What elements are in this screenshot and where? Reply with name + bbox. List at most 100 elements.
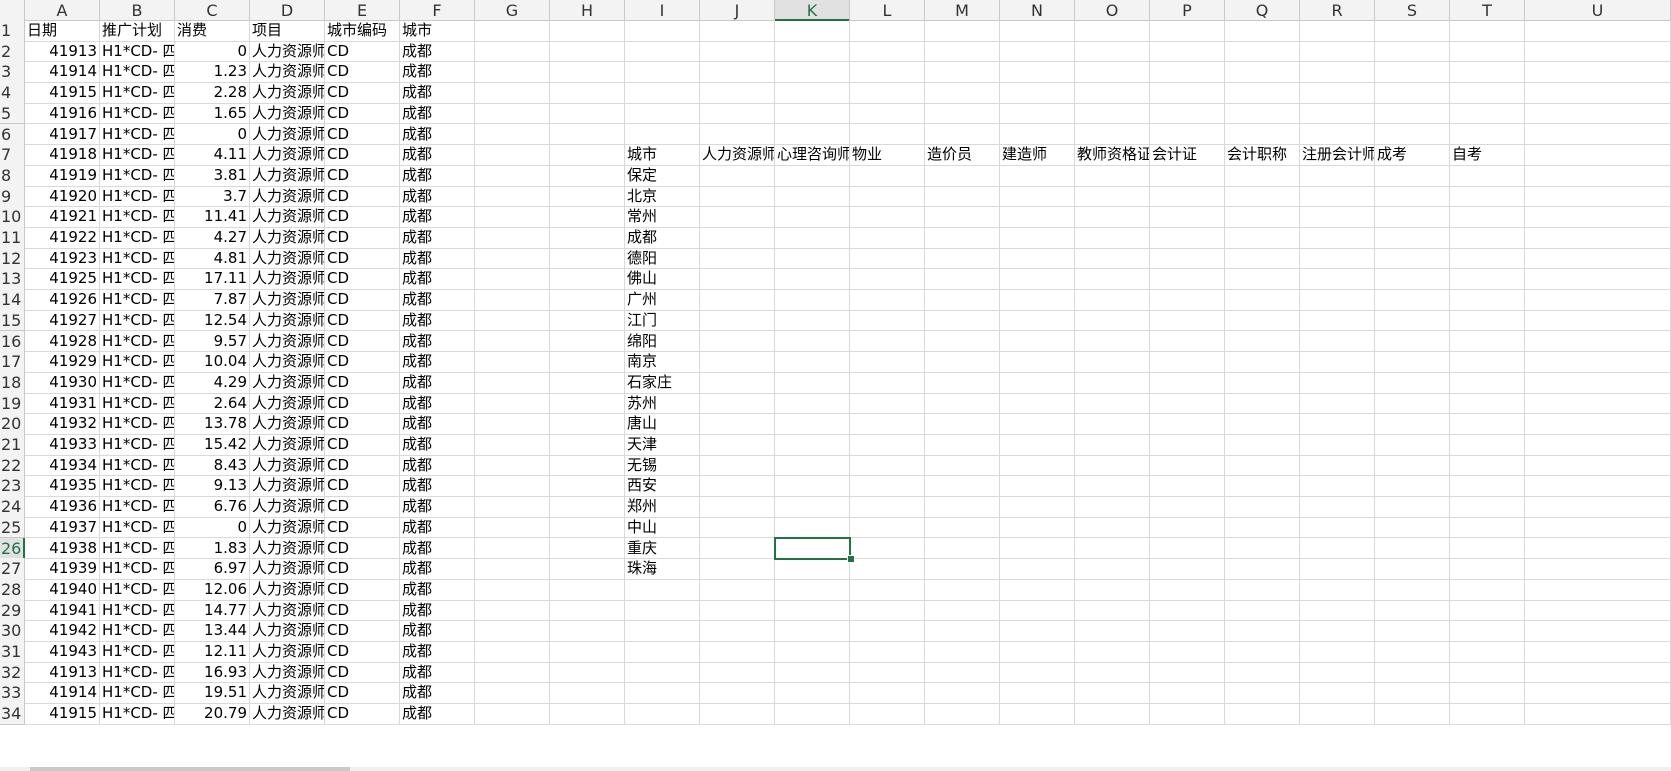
pivot-city-6[interactable]: 佛山 xyxy=(625,268,700,291)
row-header-1[interactable]: 1 xyxy=(0,20,25,42)
cell-r1[interactable] xyxy=(1300,20,1375,42)
cell-u5[interactable] xyxy=(1525,102,1671,125)
cell-b18[interactable]: H1*CD- 四 xyxy=(100,371,175,394)
row-header-34[interactable]: 34 xyxy=(0,703,25,725)
cell-i5[interactable] xyxy=(625,102,700,125)
cell-k33[interactable] xyxy=(775,682,850,705)
cell-c9[interactable]: 3.7 xyxy=(175,185,250,208)
cell-a9[interactable]: 41920 xyxy=(25,185,100,208)
cell-o24[interactable] xyxy=(1075,496,1150,518)
cell-a5[interactable]: 41916 xyxy=(25,102,100,125)
row-header-24[interactable]: 24 xyxy=(0,496,25,518)
spreadsheet-grid[interactable]: A B C D E F G H I J K L M N O P Q R S T U 1 2 3 4 5 6 7 8 9 10 11 12 13 14… xyxy=(0,0,1671,768)
cell-n16[interactable] xyxy=(1000,330,1075,353)
cell-l31[interactable] xyxy=(850,641,925,663)
cell-j22[interactable] xyxy=(700,454,775,477)
cell-j26[interactable] xyxy=(700,537,775,560)
cell-f27[interactable]: 成都 xyxy=(400,558,475,580)
cell-e26[interactable]: CD xyxy=(325,537,400,560)
cell-b10[interactable]: H1*CD- 四 xyxy=(100,206,175,228)
cell-k9[interactable] xyxy=(775,185,850,208)
cell-f26[interactable]: 成都 xyxy=(400,537,475,560)
cell-r2[interactable] xyxy=(1300,40,1375,63)
cell-d18[interactable]: 人力资源师 xyxy=(250,371,325,394)
cell-r17[interactable] xyxy=(1300,351,1375,373)
cell-a28[interactable]: 41940 xyxy=(25,578,100,601)
cell-p34[interactable] xyxy=(1150,703,1225,725)
cell-p30[interactable] xyxy=(1150,620,1225,642)
cell-u12[interactable] xyxy=(1525,247,1671,270)
cell-c16[interactable]: 9.57 xyxy=(175,330,250,353)
pivot-city-10[interactable]: 南京 xyxy=(625,351,700,373)
cell-k17[interactable] xyxy=(775,351,850,373)
cell-h3[interactable] xyxy=(550,61,625,84)
column-header-j[interactable]: J xyxy=(700,0,775,21)
cell-o1[interactable] xyxy=(1075,20,1150,42)
cell-a31[interactable]: 41943 xyxy=(25,641,100,663)
cell-b24[interactable]: H1*CD- 四 xyxy=(100,496,175,518)
cell-n19[interactable] xyxy=(1000,392,1075,415)
cell-l32[interactable] xyxy=(850,661,925,684)
cell-g25[interactable] xyxy=(475,516,550,539)
cell-u14[interactable] xyxy=(1525,289,1671,311)
cell-m13[interactable] xyxy=(925,268,1000,291)
cell-q27[interactable] xyxy=(1225,558,1300,580)
pivot-header-5[interactable]: 造价员 xyxy=(925,144,1000,166)
cell-b8[interactable]: H1*CD- 四 xyxy=(100,164,175,187)
cell-c15[interactable]: 12.54 xyxy=(175,309,250,332)
cell-n5[interactable] xyxy=(1000,102,1075,125)
cell-q23[interactable] xyxy=(1225,475,1300,498)
cell-k16[interactable] xyxy=(775,330,850,353)
pivot-header-12[interactable]: 自考 xyxy=(1450,144,1525,166)
row-header-21[interactable]: 21 xyxy=(0,434,25,456)
cell-c3[interactable]: 1.23 xyxy=(175,61,250,84)
cell-l24[interactable] xyxy=(850,496,925,518)
cell-m16[interactable] xyxy=(925,330,1000,353)
cell-m18[interactable] xyxy=(925,371,1000,394)
cell-o20[interactable] xyxy=(1075,413,1150,435)
cell-t12[interactable] xyxy=(1450,247,1525,270)
cell-g7[interactable] xyxy=(475,144,550,166)
column-header-i[interactable]: I xyxy=(625,0,700,21)
cell-j24[interactable] xyxy=(700,496,775,518)
cell-t20[interactable] xyxy=(1450,413,1525,435)
cell-m32[interactable] xyxy=(925,661,1000,684)
cell-c13[interactable]: 17.11 xyxy=(175,268,250,291)
cell-l34[interactable] xyxy=(850,703,925,725)
cell-g21[interactable] xyxy=(475,434,550,456)
cell-l11[interactable] xyxy=(850,227,925,249)
cell-m31[interactable] xyxy=(925,641,1000,663)
cell-h25[interactable] xyxy=(550,516,625,539)
cell-j29[interactable] xyxy=(700,599,775,622)
row-header-25[interactable]: 25 xyxy=(0,516,25,539)
cell-s32[interactable] xyxy=(1375,661,1450,684)
cell-k11[interactable] xyxy=(775,227,850,249)
cell-s16[interactable] xyxy=(1375,330,1450,353)
cell-a33[interactable]: 41914 xyxy=(25,682,100,705)
cell-r4[interactable] xyxy=(1300,82,1375,104)
cell-l13[interactable] xyxy=(850,268,925,291)
cell-s28[interactable] xyxy=(1375,578,1450,601)
pivot-city-13[interactable]: 唐山 xyxy=(625,413,700,435)
cell-s6[interactable] xyxy=(1375,123,1450,146)
cell-j17[interactable] xyxy=(700,351,775,373)
cell-h16[interactable] xyxy=(550,330,625,353)
cell-q25[interactable] xyxy=(1225,516,1300,539)
cell-s30[interactable] xyxy=(1375,620,1450,642)
cell-t30[interactable] xyxy=(1450,620,1525,642)
cell-k20[interactable] xyxy=(775,413,850,435)
row-header-5[interactable]: 5 xyxy=(0,102,25,125)
cell-u16[interactable] xyxy=(1525,330,1671,353)
cell-s31[interactable] xyxy=(1375,641,1450,663)
cell-u6[interactable] xyxy=(1525,123,1671,146)
cell-g13[interactable] xyxy=(475,268,550,291)
cell-h24[interactable] xyxy=(550,496,625,518)
cell-k24[interactable] xyxy=(775,496,850,518)
cell-k14[interactable] xyxy=(775,289,850,311)
cell-j2[interactable] xyxy=(700,40,775,63)
cell-p21[interactable] xyxy=(1150,434,1225,456)
cell-g30[interactable] xyxy=(475,620,550,642)
cell-s5[interactable] xyxy=(1375,102,1450,125)
cell-f11[interactable]: 成都 xyxy=(400,227,475,249)
cell-b1[interactable]: 推广计划 xyxy=(100,20,175,42)
